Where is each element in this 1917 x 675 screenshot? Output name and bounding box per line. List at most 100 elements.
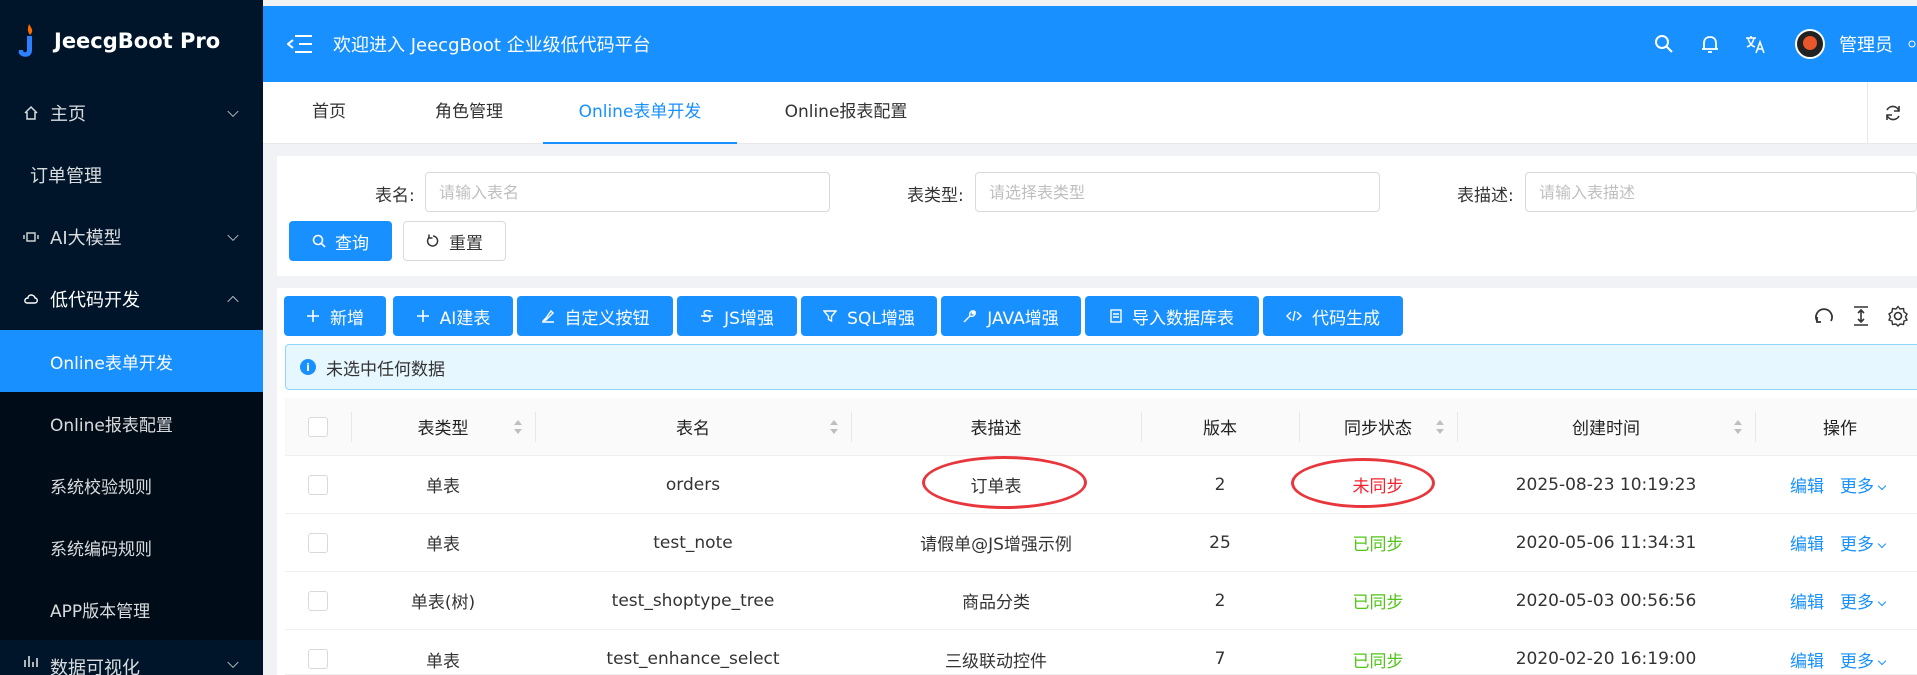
- refresh-tabs-icon[interactable]: [1867, 82, 1917, 144]
- custom-button-button[interactable]: 自定义按钮: [517, 296, 673, 336]
- edit-link[interactable]: 编辑: [1790, 472, 1824, 497]
- row-checkbox[interactable]: [308, 532, 328, 553]
- setting-icon[interactable]: [1886, 304, 1910, 328]
- column-header-desc: 表描述: [851, 398, 1141, 455]
- top-header: 欢迎进入 JeecgBoot 企业级低代码平台 管理员: [263, 6, 1917, 82]
- table-header: 表类型 表名 表描述 版本 同步状态 创建时间 操作: [285, 398, 1917, 456]
- search-icon: [312, 234, 326, 248]
- plus-icon: [306, 309, 320, 323]
- more-dropdown[interactable]: 更多: [1840, 647, 1887, 672]
- sort-icon[interactable]: [829, 419, 839, 434]
- cell-type: 单表: [426, 477, 460, 497]
- table-type-select[interactable]: [975, 172, 1380, 212]
- reset-button[interactable]: 重置: [403, 221, 506, 261]
- username[interactable]: 管理员: [1839, 31, 1893, 57]
- sidebar-subitem-code-rules[interactable]: 系统编码规则: [0, 516, 263, 578]
- column-header-label: 操作: [1823, 419, 1857, 439]
- row-select-cell: [285, 456, 351, 513]
- sidebar-subitem-app-version[interactable]: APP版本管理: [0, 578, 263, 640]
- refresh-table-icon[interactable]: [1812, 304, 1836, 328]
- chevron-down-icon: [1877, 597, 1887, 607]
- cell-type: 单表: [426, 535, 460, 555]
- settings-icon[interactable]: [1907, 34, 1917, 54]
- search-icon[interactable]: [1641, 34, 1687, 54]
- sidebar-item-ai-model[interactable]: AI大模型: [0, 206, 263, 268]
- cell-type: 单表(树): [410, 593, 476, 613]
- table-row[interactable]: 单表(树) test_shoptype_tree 商品分类 2 已同步 2020…: [285, 572, 1917, 630]
- column-header-created[interactable]: 创建时间: [1457, 398, 1755, 455]
- cell-name: test_note: [653, 532, 733, 553]
- sidebar-item-label: 数据可视化: [50, 658, 140, 675]
- menu-fold-icon[interactable]: [286, 34, 313, 54]
- sidebar-item-label: AI大模型: [50, 228, 122, 249]
- cell-desc: 订单表: [970, 477, 1022, 497]
- query-button-label: 查询: [335, 233, 369, 254]
- row-checkbox[interactable]: [308, 590, 328, 611]
- tab-role-management[interactable]: 角色管理: [414, 82, 524, 144]
- code-generate-label: 代码生成: [1312, 308, 1380, 329]
- cell-name: test_enhance_select: [606, 649, 780, 669]
- row-checkbox[interactable]: [308, 649, 328, 669]
- sidebar-item-orders[interactable]: 订单管理: [0, 144, 263, 206]
- js-enhance-button[interactable]: JS增强: [677, 296, 797, 336]
- chevron-up-icon: [227, 295, 239, 308]
- cloud-icon: [22, 293, 40, 305]
- query-button[interactable]: 查询: [289, 221, 392, 261]
- column-height-icon[interactable]: [1849, 304, 1873, 328]
- sort-icon[interactable]: [1435, 419, 1445, 434]
- edit-link[interactable]: 编辑: [1790, 530, 1824, 555]
- chevron-down-icon: [1877, 656, 1887, 665]
- edit-link[interactable]: 编辑: [1790, 588, 1824, 613]
- column-header-name[interactable]: 表名: [535, 398, 851, 455]
- cell-created: 2020-05-03 00:56:56: [1515, 590, 1697, 611]
- sidebar-item-label: 主页: [50, 104, 86, 125]
- more-dropdown[interactable]: 更多: [1840, 530, 1887, 555]
- select-all-cell: [285, 398, 351, 455]
- avatar[interactable]: [1795, 29, 1825, 59]
- table-name-input[interactable]: [425, 172, 830, 212]
- sidebar-item-lowcode[interactable]: 低代码开发: [0, 268, 263, 330]
- highlight-icon: [541, 309, 555, 323]
- table-row[interactable]: 单表 test_enhance_select 三级联动控件 7 已同步 2020…: [285, 630, 1917, 675]
- table-desc-input[interactable]: [1525, 172, 1917, 212]
- cell-name: test_shoptype_tree: [611, 590, 775, 611]
- row-checkbox[interactable]: [308, 474, 328, 495]
- reset-button-label: 重置: [449, 233, 483, 254]
- table-row[interactable]: 单表 test_note 请假单@JS增强示例 25 已同步 2020-05-0…: [285, 514, 1917, 572]
- tab-online-report[interactable]: Online报表配置: [773, 82, 919, 144]
- java-enhance-button[interactable]: JAVA增强: [941, 296, 1081, 336]
- sort-icon[interactable]: [1733, 419, 1743, 434]
- cell-version: 25: [1209, 532, 1231, 553]
- add-button[interactable]: 新增: [284, 296, 386, 336]
- plus-icon: [416, 309, 430, 323]
- chevron-down-icon: [1877, 539, 1887, 549]
- import-db-table-button[interactable]: 导入数据库表: [1085, 296, 1259, 336]
- edit-link[interactable]: 编辑: [1790, 647, 1824, 672]
- select-all-checkbox[interactable]: [308, 416, 328, 437]
- tab-online-form[interactable]: Online表单开发: [543, 82, 737, 144]
- table-row[interactable]: 单表 orders 订单表 2 未同步 2025-08-23 10:19:23 …: [285, 456, 1917, 514]
- column-header-sync[interactable]: 同步状态: [1299, 398, 1457, 455]
- home-icon: [22, 105, 40, 121]
- sidebar-subitem-check-rules[interactable]: 系统校验规则: [0, 454, 263, 516]
- sidebar-subitem-online-report[interactable]: Online报表配置: [0, 392, 263, 454]
- sort-icon[interactable]: [513, 419, 523, 434]
- more-dropdown[interactable]: 更多: [1840, 472, 1887, 497]
- ai-create-table-button[interactable]: AI建表: [393, 296, 513, 336]
- code-generate-button[interactable]: 代码生成: [1263, 296, 1403, 336]
- sidebar-item-label: 低代码开发: [50, 290, 140, 311]
- chevron-down-icon: [227, 656, 239, 669]
- translate-icon[interactable]: [1733, 34, 1779, 54]
- sidebar-item-data-visualization[interactable]: 数据可视化: [0, 640, 263, 675]
- cell-version: 2: [1214, 590, 1226, 611]
- sidebar-item-home[interactable]: 主页: [0, 82, 263, 144]
- bell-icon[interactable]: [1687, 34, 1733, 54]
- more-dropdown[interactable]: 更多: [1840, 588, 1887, 613]
- sql-enhance-button[interactable]: SQL增强: [801, 296, 937, 336]
- more-label: 更多: [1840, 651, 1874, 672]
- tab-home[interactable]: 首页: [305, 82, 353, 144]
- column-header-type[interactable]: 表类型: [351, 398, 535, 455]
- tab-bar: 首页 角色管理 Online表单开发 Online报表配置: [263, 82, 1917, 144]
- sidebar-subitem-online-form[interactable]: Online表单开发: [0, 330, 263, 392]
- app-logo[interactable]: JeecgBoot Pro: [0, 0, 263, 82]
